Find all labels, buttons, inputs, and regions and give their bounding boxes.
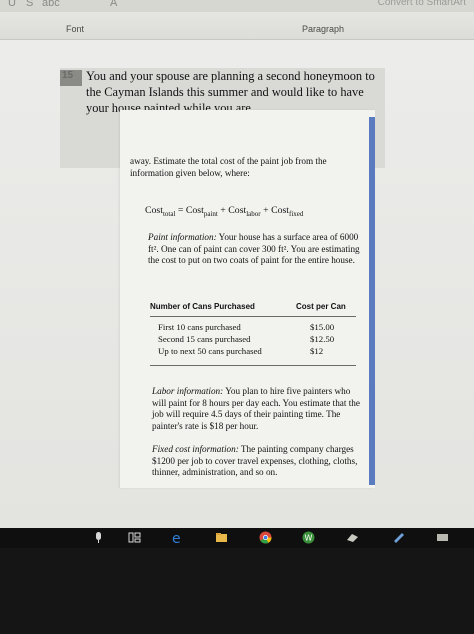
question-number: 15: [60, 70, 82, 86]
svg-text:e: e: [172, 531, 181, 544]
svg-text:W: W: [305, 534, 313, 543]
formula-plus: +: [263, 205, 269, 216]
cost-formula: Costtotal = Costpaint + Costlabor + Cost…: [145, 205, 303, 218]
formula-term-labor: Cost: [228, 205, 247, 216]
formula-term-paint: Cost: [185, 205, 204, 216]
table-cell-cost: $12.50: [310, 334, 335, 344]
table-row: Up to next 50 cans purchased $12: [158, 346, 348, 358]
accent-bar: [369, 117, 375, 485]
font-group-label: Font: [66, 24, 85, 34]
subscript-button[interactable]: abc: [42, 0, 60, 9]
edge-icon[interactable]: e: [171, 531, 184, 544]
paragraph-group-label: Paragraph: [302, 24, 345, 34]
ribbon: U S abc A Convert to SmartArt Font Parag…: [0, 0, 474, 40]
table-bottom-rule: [150, 365, 356, 366]
question-continuation-text: away. Estimate the total cost of the pai…: [130, 156, 327, 178]
screen-bezel: [0, 548, 474, 634]
table-cell-cost: $15.00: [310, 322, 335, 332]
app-icon[interactable]: [392, 531, 405, 544]
table-header-cans: Number of Cans Purchased: [150, 302, 255, 311]
formula-term-labor-sub: labor: [246, 209, 261, 218]
chrome-icon[interactable]: [259, 531, 272, 544]
cost-table-header: Number of Cans Purchased Cost per Can: [150, 302, 356, 316]
file-explorer-icon[interactable]: [215, 531, 228, 544]
microphone-icon[interactable]: [92, 531, 105, 544]
table-row: Second 15 cans purchased $12.50: [158, 334, 348, 346]
taskbar: e W: [0, 528, 474, 548]
formula-term-fixed: Cost: [271, 205, 290, 216]
table-cell-cost: $12: [310, 346, 324, 356]
formula-term-fixed-sub: fixed: [289, 209, 304, 218]
convert-to-smartart-button[interactable]: Convert to SmartArt: [378, 0, 466, 8]
app-icon[interactable]: [346, 531, 359, 544]
formula-lhs: Cost: [145, 205, 163, 216]
question-intro-text: You and your spouse are planning a secon…: [86, 69, 375, 115]
fixed-info-label: Fixed cost information:: [152, 444, 239, 454]
table-header-cost: Cost per Can: [296, 302, 346, 311]
formula-plus: +: [220, 205, 226, 216]
task-view-icon[interactable]: [128, 531, 141, 544]
word-icon[interactable]: W: [302, 531, 315, 544]
table-cell-cans: Second 15 cans purchased: [158, 334, 251, 344]
table-header-rule: [150, 316, 356, 317]
labor-info-label: Labor information:: [152, 386, 224, 396]
fixed-cost-information: Fixed cost information: The painting com…: [152, 444, 360, 479]
underline-button[interactable]: U: [8, 0, 16, 9]
paint-info-label: Paint information:: [148, 232, 217, 242]
formula-term-paint-sub: paint: [203, 209, 218, 218]
table-cell-cans: First 10 cans purchased: [158, 322, 241, 332]
app-icon[interactable]: [436, 531, 449, 544]
paint-information: Paint information: Your house has a surf…: [148, 232, 360, 267]
table-row: First 10 cans purchased $15.00: [158, 322, 348, 334]
formula-equals: =: [177, 205, 184, 216]
table-cell-cans: Up to next 50 cans purchased: [158, 346, 262, 356]
labor-information: Labor information: You plan to hire five…: [152, 386, 360, 432]
font-color-button[interactable]: A: [110, 0, 117, 9]
strikethrough-button[interactable]: S: [26, 0, 33, 9]
formula-lhs-sub: total: [162, 209, 176, 218]
